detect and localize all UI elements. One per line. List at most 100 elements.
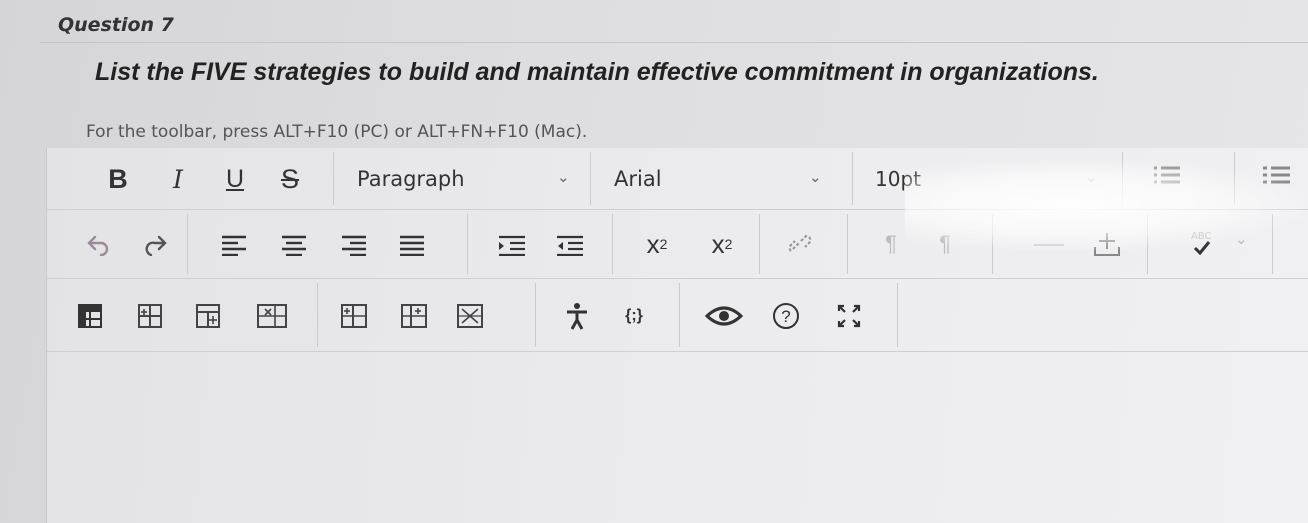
- align-justify-button[interactable]: [395, 230, 429, 260]
- horizontal-line-button[interactable]: [1029, 230, 1069, 260]
- chevron-down-icon: ⌄: [557, 168, 570, 186]
- align-left-icon: [222, 235, 246, 256]
- align-right-button[interactable]: [337, 230, 371, 260]
- indent-icon: [499, 235, 525, 256]
- ltr-icon: ¶: [885, 231, 897, 256]
- insert-table-icon: [1094, 233, 1120, 256]
- superscript-button[interactable]: x2: [637, 226, 677, 262]
- align-left-button[interactable]: [217, 230, 251, 260]
- accessibility-button[interactable]: [562, 299, 592, 333]
- bold-button[interactable]: B: [103, 161, 133, 197]
- toolbar-separator: [1122, 152, 1123, 205]
- block-format-value: Paragraph: [357, 167, 465, 191]
- numbered-list-icon: [1263, 166, 1290, 184]
- spellcheck-button[interactable]: ABC: [1175, 226, 1235, 260]
- align-right-icon: [342, 235, 366, 256]
- table-col-after-button[interactable]: [399, 301, 429, 331]
- font-size-dropdown[interactable]: 10pt ⌄: [875, 162, 1098, 196]
- undo-icon: [87, 235, 109, 256]
- table-col-before-button[interactable]: [339, 301, 369, 331]
- bullet-list-button[interactable]: [1147, 160, 1187, 190]
- accessibility-icon: [567, 303, 587, 330]
- toolbar-separator: [852, 152, 853, 205]
- help-mark: ?: [781, 307, 790, 326]
- align-center-icon: [282, 235, 306, 256]
- undo-button[interactable]: [83, 230, 113, 260]
- fullscreen-button[interactable]: [832, 299, 866, 333]
- numbered-list-button[interactable]: [1257, 160, 1297, 190]
- code-sample-icon: {;}: [625, 307, 643, 324]
- toolbar-separator: [317, 283, 318, 347]
- rtl-button[interactable]: ¶: [927, 228, 963, 260]
- underline-button[interactable]: U: [220, 161, 250, 197]
- table-props-icon: [457, 304, 483, 328]
- toolbar-separator: [759, 214, 760, 274]
- help-button[interactable]: ?: [769, 299, 803, 333]
- chevron-down-icon[interactable]: ⌄: [1235, 230, 1248, 248]
- strikethrough-button[interactable]: S: [273, 161, 307, 197]
- table-row-after-button[interactable]: [193, 301, 223, 331]
- insert-table-button[interactable]: [1087, 228, 1127, 260]
- toolbar-separator: [897, 283, 898, 347]
- editor-content-area[interactable]: [47, 352, 1308, 523]
- chevron-down-icon: ⌄: [1085, 168, 1098, 186]
- toolbar-separator: [847, 214, 848, 274]
- code-sample-button[interactable]: {;}: [612, 299, 656, 333]
- toolbar-separator: [333, 152, 334, 205]
- block-format-dropdown[interactable]: Paragraph ⌄: [357, 162, 582, 196]
- question-prompt: List the FIVE strategies to build and ma…: [95, 58, 1099, 86]
- align-center-button[interactable]: [277, 230, 311, 260]
- italic-button[interactable]: I: [163, 161, 193, 197]
- table-delete-row-button[interactable]: [255, 301, 289, 331]
- question-title: Question 7: [58, 14, 174, 36]
- fullscreen-icon: [837, 304, 861, 328]
- toolbar-row-3: {;} ?: [47, 279, 1308, 352]
- table-col-icon: [401, 304, 427, 328]
- redo-button[interactable]: [141, 230, 171, 260]
- toolbar-row-1: B I U S Paragraph ⌄ Arial ⌄ 10pt ⌄: [47, 148, 1308, 210]
- outdent-icon: [557, 235, 583, 256]
- table-button[interactable]: [75, 301, 105, 331]
- toolbar-hint: For the toolbar, press ALT+F10 (PC) or A…: [86, 122, 588, 142]
- horizontal-line-icon: [1034, 244, 1064, 246]
- link-button[interactable]: [782, 228, 822, 260]
- subscript-base: x: [711, 228, 725, 259]
- subscript-mark: 2: [724, 236, 733, 252]
- spellcheck-label: ABC: [1191, 231, 1212, 242]
- table-row-icon: [138, 304, 162, 328]
- toolbar-separator: [535, 283, 536, 347]
- toolbar-separator: [1147, 214, 1148, 274]
- preview-button[interactable]: [702, 299, 746, 333]
- toolbar-row-2: x2 x2 ¶ ¶ ABC ⌄: [47, 210, 1308, 279]
- outdent-button[interactable]: [553, 230, 587, 260]
- align-justify-icon: [400, 235, 424, 256]
- link-icon: [788, 234, 812, 252]
- table-icon: [78, 304, 102, 328]
- font-size-value: 10pt: [875, 167, 921, 191]
- toolbar-separator: [1234, 152, 1235, 205]
- toolbar-separator: [467, 214, 468, 274]
- toolbar-separator: [679, 283, 680, 347]
- subscript-button[interactable]: x2: [702, 226, 742, 262]
- toolbar-separator: [992, 214, 993, 274]
- font-family-dropdown[interactable]: Arial ⌄: [614, 162, 839, 196]
- toolbar-separator: [1272, 214, 1273, 274]
- table-props-icon: [257, 304, 287, 328]
- indent-button[interactable]: [495, 230, 529, 260]
- bullet-list-icon: [1154, 166, 1180, 184]
- question-header: Question 7: [40, 8, 1308, 43]
- chevron-down-icon: ⌄: [809, 168, 822, 186]
- ltr-button[interactable]: ¶: [873, 228, 909, 260]
- toolbar-separator: [590, 152, 591, 205]
- rich-text-editor[interactable]: B I U S Paragraph ⌄ Arial ⌄ 10pt ⌄ x 2 x…: [46, 148, 1308, 523]
- table-row-icon: [196, 304, 220, 328]
- toolbar-separator: [612, 214, 613, 274]
- redo-icon: [145, 235, 167, 256]
- table-col-icon: [341, 304, 367, 328]
- spellcheck-icon: ABC: [1191, 231, 1212, 256]
- font-family-value: Arial: [614, 167, 662, 191]
- table-delete-col-button[interactable]: [455, 301, 485, 331]
- rtl-icon: ¶: [939, 231, 951, 256]
- superscript-base: x: [646, 228, 660, 259]
- table-row-before-button[interactable]: [135, 301, 165, 331]
